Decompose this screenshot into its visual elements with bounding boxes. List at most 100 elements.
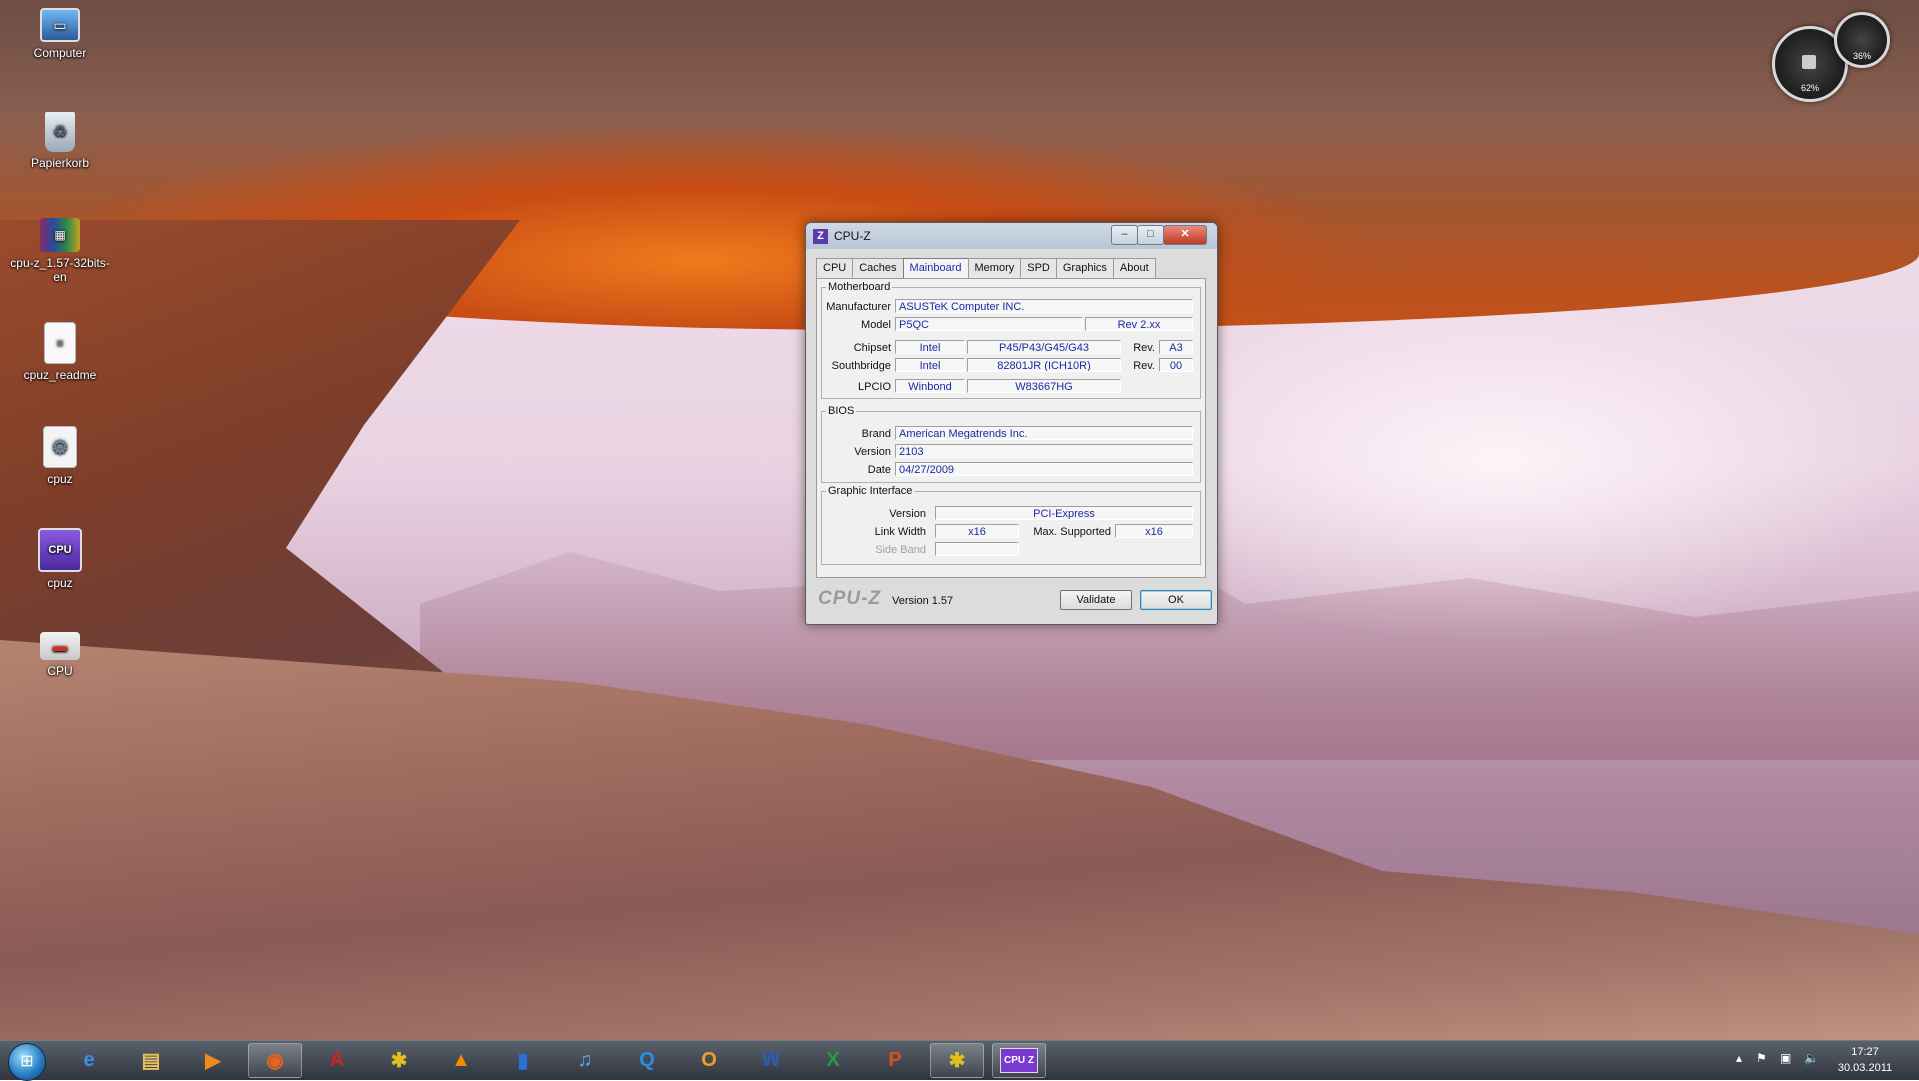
desktop-icon-cpuz-config[interactable]: ⚙ cpuz [6, 426, 114, 486]
taskbar-button-word[interactable]: W [744, 1043, 798, 1078]
side-band-label: Side Band [875, 544, 926, 556]
taskbar-button-app-yellow2[interactable]: ✱ [930, 1043, 984, 1078]
word-icon: W [761, 1049, 781, 1071]
acrobat-reader-icon: A [329, 1049, 345, 1071]
config-file-icon: ⚙ [43, 426, 77, 468]
window-footer: CPU-Z Version 1.57 Validate OK [816, 588, 1212, 614]
model-revision-value: Rev 2.xx [1085, 317, 1193, 331]
clock-time: 17:27 [1851, 1046, 1879, 1058]
window-titlebar[interactable]: Z CPU-Z – □ ✕ [806, 223, 1217, 249]
desktop-icon-cpuz-app[interactable]: CPU cpuz [6, 528, 114, 590]
taskbar-button-cpuz[interactable]: CPU Z [992, 1043, 1046, 1078]
desktop-icon-cpuz-archive[interactable]: ▦ cpu-z_1.57-32bits-en [6, 218, 114, 284]
taskbar-button-excel[interactable]: X [806, 1043, 860, 1078]
southbridge-vendor-value: Intel [895, 358, 965, 372]
tab-caches[interactable]: Caches [852, 258, 904, 279]
tab-about[interactable]: About [1112, 258, 1156, 279]
cpuz-app-icon: CPU [38, 528, 82, 572]
cpuz-icon: CPU Z [1000, 1048, 1038, 1073]
archive-icon: ▦ [40, 218, 80, 252]
cpu-gauge-hub [1802, 55, 1816, 69]
lpcio-vendor-value: Winbond [895, 379, 965, 393]
taskbar-button-vlc[interactable]: ▲ [434, 1043, 488, 1078]
maximize-button[interactable]: □ [1137, 225, 1164, 245]
taskbar-clock[interactable]: 17:27 30.03.2011 [1820, 1044, 1910, 1076]
desktop-icon-cpuz-readme[interactable]: ≡ cpuz_readme [6, 322, 114, 382]
action-center-flag-icon[interactable]: ⚑ [1756, 1051, 1767, 1065]
bios-legend: BIOS [828, 405, 855, 417]
chipset-rev-label: Rev. [1133, 342, 1155, 354]
cpuz-window: Z CPU-Z – □ ✕ CPU Caches Mainboard Memor… [805, 222, 1218, 625]
close-icon: ✕ [1180, 228, 1190, 240]
side-band-value [935, 542, 1019, 556]
southbridge-rev-label: Rev. [1133, 360, 1155, 372]
bios-date-label: Date [867, 464, 891, 476]
cpu-meter-gadget[interactable]: 62% 36% [1768, 12, 1898, 102]
memory-usage-value: 36% [1852, 51, 1871, 61]
taskbar-button-app-yellow[interactable]: ✱ [372, 1043, 426, 1078]
tab-cpu[interactable]: CPU [816, 258, 854, 279]
app-blue-icon: ▮ [517, 1050, 529, 1072]
tab-memory[interactable]: Memory [967, 258, 1022, 279]
desktop-icon-label: cpuz [47, 472, 73, 486]
vlc-icon: ▲ [451, 1049, 471, 1071]
version-text: Version 1.57 [892, 595, 954, 607]
tab-mainboard[interactable]: Mainboard [902, 258, 969, 279]
graphic-interface-legend: Graphic Interface [828, 485, 913, 497]
desktop-icon-computer[interactable]: ▭ Computer [6, 8, 114, 60]
tab-strip: CPU Caches Mainboard Memory SPD Graphics… [816, 258, 1156, 279]
explorer-folder-icon: ▤ [141, 1050, 161, 1072]
desktop-icon-label: cpuz [47, 576, 73, 590]
manufacturer-value: ASUSTeK Computer INC. [895, 299, 1193, 313]
itunes-icon: ♫ [577, 1049, 593, 1071]
app-yellow-icon: ✱ [390, 1050, 408, 1072]
desktop-icon-label: Computer [33, 46, 87, 60]
desktop-icon-recycle-bin[interactable]: ♻ Papierkorb [6, 112, 114, 170]
clock-date: 30.03.2011 [1837, 1062, 1893, 1074]
desktop-icon-label: cpuz_readme [23, 368, 97, 382]
network-icon[interactable]: ▣ [1780, 1051, 1791, 1065]
desktop-icon-label: CPU [47, 664, 73, 678]
show-hidden-icons-icon[interactable]: ▴ [1736, 1051, 1742, 1065]
taskbar-button-app-blue[interactable]: ▮ [496, 1043, 550, 1078]
taskbar-button-internet-explorer[interactable]: e [62, 1043, 116, 1078]
start-button[interactable]: ⊞ [8, 1043, 46, 1081]
southbridge-label: Southbridge [831, 360, 891, 372]
cpuz-logo-icon: Z [813, 229, 828, 244]
cpuz-footer-logo: CPU-Z [818, 588, 882, 609]
link-width-value: x16 [935, 524, 1019, 538]
southbridge-rev-value: 00 [1159, 358, 1193, 372]
validate-button[interactable]: Validate [1060, 590, 1132, 610]
taskbar-button-explorer-folder[interactable]: ▤ [124, 1043, 178, 1078]
max-supported-label: Max. Supported [1033, 526, 1111, 538]
media-player-icon: ▶ [205, 1050, 221, 1072]
mainboard-panel: Motherboard Manufacturer ASUSTeK Compute… [816, 278, 1206, 578]
minimize-icon: – [1121, 228, 1128, 240]
tab-graphics[interactable]: Graphics [1055, 258, 1114, 279]
taskbar-button-powerpoint[interactable]: P [868, 1043, 922, 1078]
chipset-model-value: P45/P43/G45/G43 [967, 340, 1121, 354]
taskbar-button-itunes[interactable]: ♫ [558, 1043, 612, 1078]
app-yellow2-icon: ✱ [948, 1050, 966, 1072]
max-supported-value: x16 [1115, 524, 1193, 538]
taskbar-button-outlook[interactable]: O [682, 1043, 736, 1078]
desktop-icon-cpu-shortcut[interactable]: ▬ CPU [6, 632, 114, 678]
close-button[interactable]: ✕ [1163, 225, 1207, 245]
taskbar-button-acrobat-reader[interactable]: A [310, 1043, 364, 1078]
model-value: P5QC [895, 317, 1083, 331]
taskbar-button-app-search[interactable]: Q [620, 1043, 674, 1078]
taskbar-button-firefox[interactable]: ◉ [248, 1043, 302, 1078]
bios-brand-label: Brand [861, 428, 891, 440]
excel-icon: X [826, 1049, 840, 1071]
ok-button[interactable]: OK [1140, 590, 1212, 610]
motherboard-legend: Motherboard [828, 281, 891, 293]
minimize-button[interactable]: – [1111, 225, 1138, 245]
southbridge-model-value: 82801JR (ICH10R) [967, 358, 1121, 372]
window-title: CPU-Z [834, 229, 871, 243]
memory-gauge: 36% [1834, 12, 1890, 68]
tab-spd[interactable]: SPD [1020, 258, 1057, 279]
text-file-icon: ≡ [44, 322, 76, 364]
gi-version-label: Version [889, 508, 926, 520]
volume-icon[interactable]: 🔈 [1804, 1051, 1819, 1065]
taskbar-button-media-player[interactable]: ▶ [186, 1043, 240, 1078]
